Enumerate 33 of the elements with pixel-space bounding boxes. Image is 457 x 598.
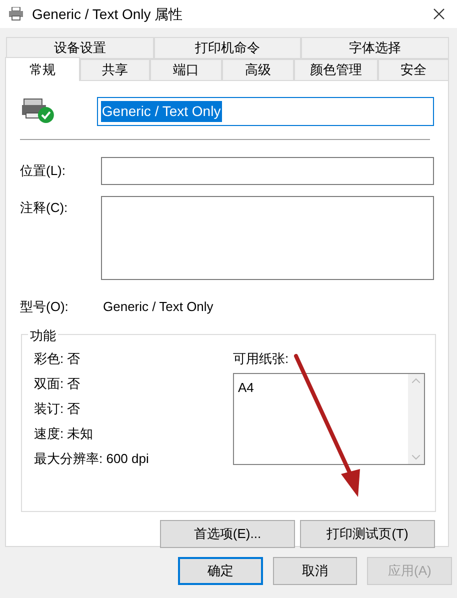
model-label: 型号(O): — [20, 298, 70, 316]
tab[interactable]: 高级 — [222, 59, 294, 80]
tab[interactable]: 设备设置 — [6, 37, 154, 59]
printer-ready-icon — [22, 97, 56, 125]
dialog-button[interactable]: 取消 — [272, 556, 358, 584]
printer-icon — [8, 7, 24, 21]
paper-label: 可用纸张: — [233, 350, 290, 368]
comment-label: 注释(C): — [20, 198, 69, 217]
comment-field[interactable] — [100, 196, 434, 280]
tab[interactable]: 打印机命令 — [154, 37, 302, 59]
feature-text: 双面: 否 — [34, 375, 82, 390]
tab[interactable]: 安全 — [378, 59, 449, 80]
close-icon[interactable] — [433, 8, 445, 20]
location-label: 位置(L): — [20, 162, 66, 180]
feature-text: 彩色: 否 — [34, 350, 82, 365]
location-field[interactable] — [100, 156, 434, 184]
dialog-button[interactable]: 确定 — [178, 556, 263, 584]
tab[interactable]: 字体选择 — [301, 37, 450, 59]
printer-name-text: Generic / Text Only — [100, 100, 222, 122]
tab[interactable]: 共享 — [80, 59, 150, 80]
model-value: Generic / Text Only — [103, 298, 214, 316]
paper-list[interactable]: A4 — [233, 372, 425, 464]
printer-name-field[interactable]: Generic / Text Only — [96, 96, 434, 126]
tab[interactable]: 端口 — [150, 59, 222, 80]
paper-item[interactable]: A4 — [238, 378, 404, 397]
panel-button[interactable]: 首选项(E)... — [160, 520, 295, 548]
window-title: Generic / Text Only 属性 — [32, 4, 184, 24]
feature-text: 速度: 未知 — [34, 425, 94, 440]
tab[interactable]: 常规 — [5, 57, 80, 80]
tab[interactable]: 颜色管理 — [294, 59, 378, 80]
feature-text: 装订: 否 — [34, 400, 82, 415]
feature-text: 最大分辨率: 600 dpi — [34, 450, 150, 465]
panel-button[interactable]: 打印测试页(T) — [300, 520, 435, 548]
